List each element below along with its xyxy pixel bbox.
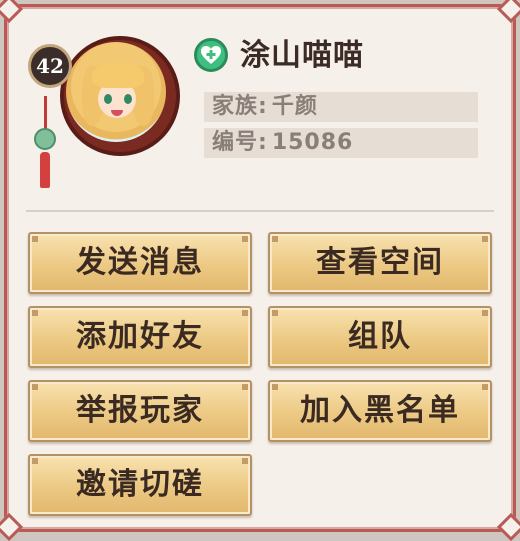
charm-cord (44, 96, 47, 130)
id-row: 编号: 15086 (204, 128, 478, 158)
team-up-button[interactable]: 组队 (268, 306, 492, 368)
corner-ornament (0, 0, 24, 24)
avatar-eye (124, 94, 132, 104)
player-name: 涂山喵喵 (240, 38, 364, 73)
player-avatar[interactable] (60, 36, 180, 156)
add-blacklist-button[interactable]: 加入黑名单 (268, 380, 492, 442)
level-badge: 42 (28, 44, 72, 88)
jade-charm-icon (34, 128, 56, 150)
view-space-button[interactable]: 查看空间 (268, 232, 492, 294)
report-player-button[interactable]: 举报玩家 (28, 380, 252, 442)
add-friend-button[interactable]: 添加好友 (28, 306, 252, 368)
divider (26, 210, 494, 212)
clan-row: 家族: 千颜 (204, 92, 478, 122)
health-cross-heart-icon (194, 38, 228, 72)
id-label: 编号: (212, 130, 268, 155)
corner-ornament (0, 512, 24, 541)
avatar-hair (92, 62, 144, 88)
id-value: 15086 (271, 130, 354, 155)
clan-value: 千颜 (271, 94, 318, 119)
heart-icon (201, 46, 221, 64)
send-message-button[interactable]: 发送消息 (28, 232, 252, 294)
corner-ornament (496, 0, 520, 24)
avatar-portrait (66, 42, 166, 142)
corner-ornament (496, 512, 520, 541)
tassel-icon (40, 152, 50, 188)
invite-duel-button[interactable]: 邀请切磋 (28, 454, 252, 516)
avatar-eye (104, 94, 112, 104)
clan-label: 家族: (212, 94, 268, 119)
